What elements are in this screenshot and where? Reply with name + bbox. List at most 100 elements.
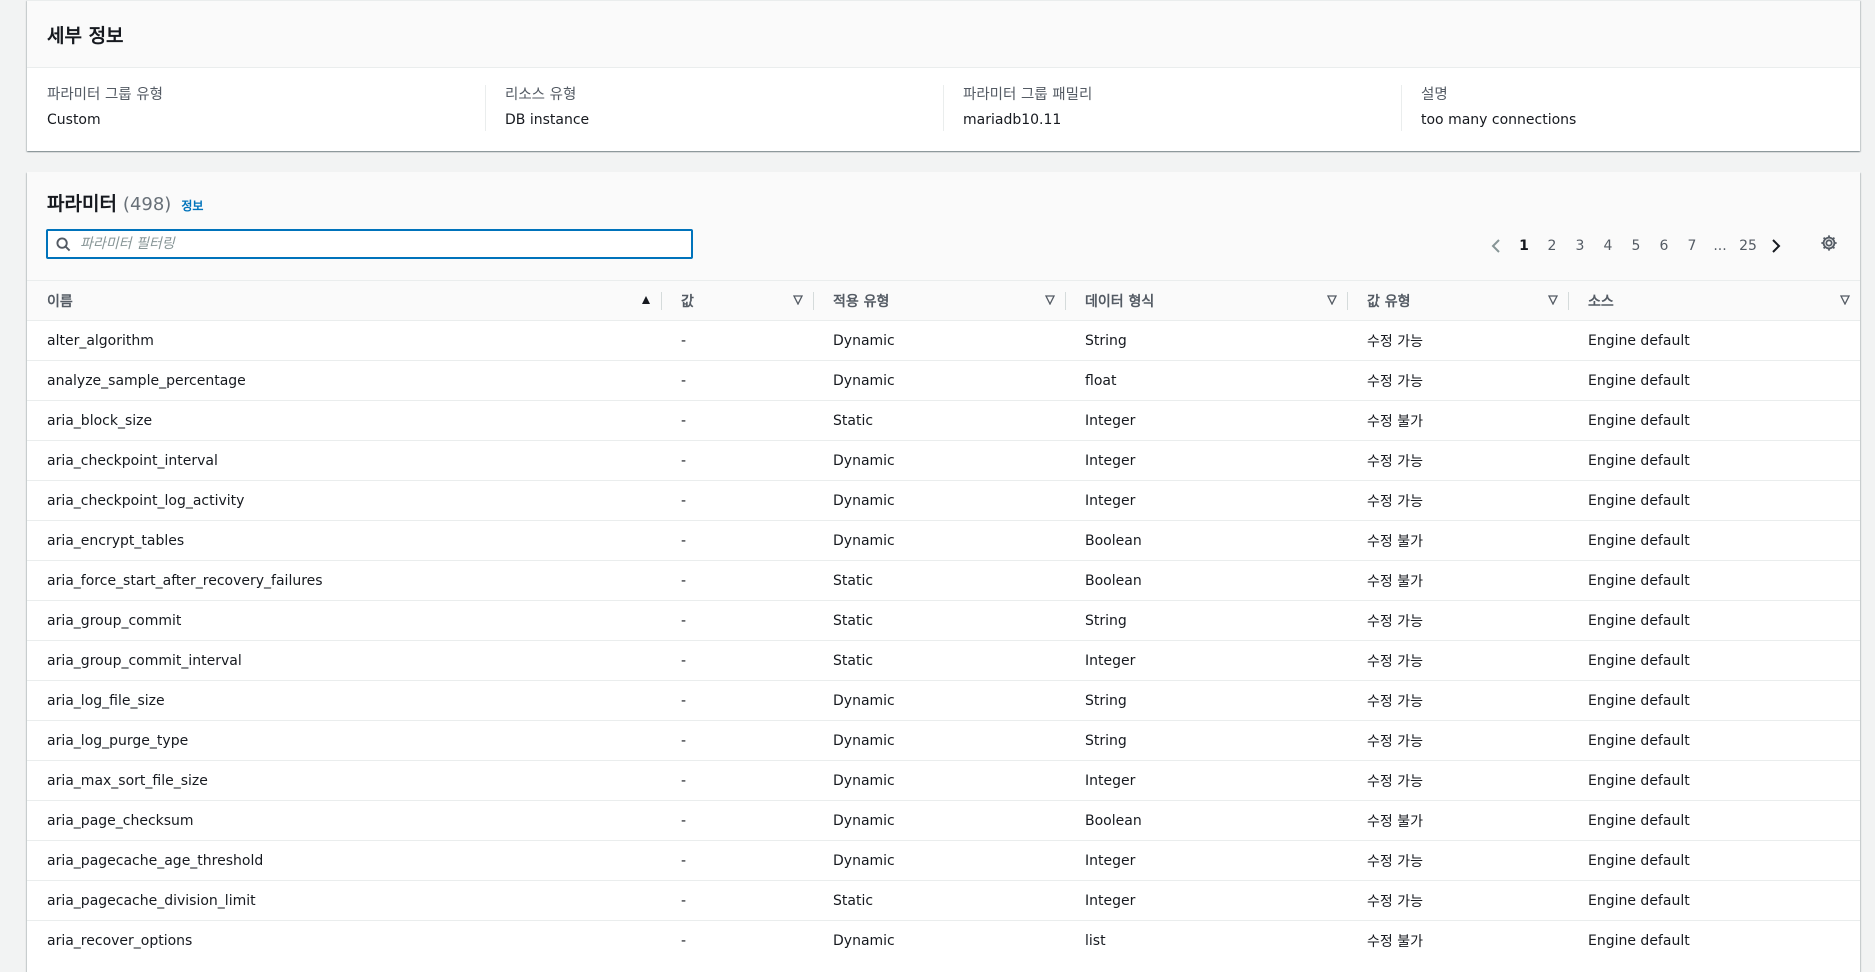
page-25[interactable]: 25 bbox=[1734, 238, 1762, 254]
value-type-cell: 수정 불가 bbox=[1347, 800, 1568, 841]
parameters-table: 이름 값 적용 유형 데이터 형식 값 유형 소스 alter_algorith… bbox=[27, 281, 1860, 960]
table-row[interactable]: aria_encrypt_tables - Dynamic Boolean 수정 불가 E… bbox=[27, 520, 1860, 561]
field-value: Custom bbox=[47, 112, 101, 128]
value-type-cell: 수정 가능 bbox=[1347, 640, 1568, 681]
param-name-cell: aria_checkpoint_log_activity bbox=[27, 480, 661, 521]
table-row[interactable]: aria_checkpoint_log_activity - Dynamic Inte… bbox=[27, 480, 1860, 521]
table-row[interactable]: alter_algorithm - Dynamic String 수정 가능 Engine… bbox=[27, 320, 1860, 361]
param-value-cell: - bbox=[661, 440, 813, 481]
search-input[interactable] bbox=[78, 231, 691, 257]
field-description: 설명 too many connections bbox=[1401, 85, 1859, 131]
sort-descending-icon bbox=[792, 293, 804, 309]
chevron-left-icon[interactable] bbox=[1482, 238, 1510, 254]
column-header-name[interactable]: 이름 bbox=[27, 281, 661, 321]
param-name-cell: aria_log_purge_type bbox=[27, 720, 661, 761]
parameters-count: (498) bbox=[122, 194, 172, 215]
value-type-cell: 수정 가능 bbox=[1347, 360, 1568, 401]
sort-descending-icon bbox=[1839, 293, 1851, 309]
table-row[interactable]: aria_force_start_after_recovery_failures… bbox=[27, 560, 1860, 601]
page-2[interactable]: 2 bbox=[1538, 238, 1566, 254]
info-link[interactable]: 정보 bbox=[181, 197, 203, 214]
column-header-data-type[interactable]: 데이터 형식 bbox=[1065, 281, 1347, 321]
param-value-cell: - bbox=[661, 400, 813, 441]
data-type-cell: Integer bbox=[1065, 840, 1347, 881]
parameter-filter[interactable] bbox=[46, 229, 693, 259]
table-row[interactable]: aria_page_checksum - Dynamic Boolean 수정 불가 En… bbox=[27, 800, 1860, 841]
apply-type-cell: Static bbox=[813, 880, 1065, 921]
value-type-cell: 수정 가능 bbox=[1347, 840, 1568, 881]
source-cell: Engine default bbox=[1568, 720, 1860, 761]
source-cell: Engine default bbox=[1568, 560, 1860, 601]
param-name-cell: aria_log_file_size bbox=[27, 680, 661, 721]
pagination: 1 2 3 4 5 6 7 ... 25 bbox=[1482, 234, 1790, 258]
source-cell: Engine default bbox=[1568, 680, 1860, 721]
table-row[interactable]: aria_max_sort_file_size - Dynamic Integer 수정… bbox=[27, 760, 1860, 801]
apply-type-cell: Static bbox=[813, 560, 1065, 601]
param-value-cell: - bbox=[661, 720, 813, 761]
param-value-cell: - bbox=[661, 800, 813, 841]
field-label: 리소스 유형 bbox=[505, 87, 577, 103]
page-6[interactable]: 6 bbox=[1650, 238, 1678, 254]
param-value-cell: - bbox=[661, 600, 813, 641]
source-cell: Engine default bbox=[1568, 760, 1860, 801]
column-header-apply-type[interactable]: 적용 유형 bbox=[813, 281, 1065, 321]
page-3[interactable]: 3 bbox=[1566, 238, 1594, 254]
field-param-group-type: 파라미터 그룹 유형 Custom bbox=[27, 85, 485, 130]
apply-type-cell: Dynamic bbox=[813, 760, 1065, 801]
param-name-cell: aria_group_commit bbox=[27, 600, 661, 641]
data-type-cell: list bbox=[1085, 932, 1106, 949]
details-title: 세부 정보 bbox=[47, 24, 124, 47]
value-type-cell: 수정 가능 bbox=[1347, 720, 1568, 761]
column-label: 값 유형 bbox=[1367, 293, 1411, 310]
data-type-cell: Integer bbox=[1065, 400, 1347, 441]
column-header-value[interactable]: 값 bbox=[661, 281, 813, 321]
value-type-cell: 수정 불가 bbox=[1347, 520, 1568, 561]
value-type-cell: 수정 불가 bbox=[1367, 933, 1423, 950]
parameters-title-row: 파라미터 (498) 정보 bbox=[47, 189, 203, 216]
column-header-value-type[interactable]: 값 유형 bbox=[1347, 281, 1568, 321]
sort-descending-icon bbox=[1547, 293, 1559, 309]
table-row[interactable]: aria_pagecache_division_limit - Static Inte… bbox=[27, 880, 1860, 921]
table-row[interactable]: analyze_sample_percentage - Dynamic float 수정… bbox=[27, 360, 1860, 401]
data-type-cell: String bbox=[1065, 320, 1347, 361]
column-header-source[interactable]: 소스 bbox=[1568, 281, 1860, 321]
value-type-cell: 수정 가능 bbox=[1347, 680, 1568, 721]
param-value-cell: - bbox=[661, 360, 813, 401]
table-row[interactable]: aria_pagecache_age_threshold - Dynamic Inte… bbox=[27, 840, 1860, 881]
table-row[interactable]: aria_block_size - Static Integer 수정 불가 Engine… bbox=[27, 400, 1860, 441]
page-4[interactable]: 4 bbox=[1594, 238, 1622, 254]
column-label: 이름 bbox=[47, 293, 73, 310]
data-type-cell: Integer bbox=[1065, 480, 1347, 521]
column-label: 값 bbox=[681, 293, 694, 310]
apply-type-cell: Dynamic bbox=[813, 520, 1065, 561]
source-cell: Engine default bbox=[1568, 400, 1860, 441]
table-row[interactable]: aria_checkpoint_interval - Dynamic Integer 수… bbox=[27, 440, 1860, 481]
chevron-right-icon[interactable] bbox=[1762, 238, 1790, 254]
value-type-cell: 수정 가능 bbox=[1347, 320, 1568, 361]
source-cell: Engine default bbox=[1568, 480, 1860, 521]
apply-type-cell: Static bbox=[813, 400, 1065, 441]
apply-type-cell: Dynamic bbox=[813, 720, 1065, 761]
sort-ascending-icon bbox=[641, 293, 651, 309]
param-name-cell: aria_block_size bbox=[27, 400, 661, 441]
table-row[interactable]: aria_group_commit - Static String 수정 가능 Engin… bbox=[27, 600, 1860, 641]
param-name-cell: aria_group_commit_interval bbox=[27, 640, 661, 681]
param-value-cell: - bbox=[661, 320, 813, 361]
source-cell: Engine default bbox=[1568, 520, 1860, 561]
page-5[interactable]: 5 bbox=[1622, 238, 1650, 254]
page-1[interactable]: 1 bbox=[1510, 238, 1538, 254]
param-name-cell: aria_checkpoint_interval bbox=[27, 440, 661, 481]
value-type-cell: 수정 가능 bbox=[1347, 760, 1568, 801]
gear-icon[interactable] bbox=[1820, 234, 1838, 256]
page-7[interactable]: 7 bbox=[1678, 238, 1706, 254]
table-row[interactable]: aria_recover_options - Dynamic list 수정 불가 Eng… bbox=[27, 921, 1860, 961]
param-name-cell: aria_recover_options bbox=[47, 932, 193, 949]
table-row[interactable]: aria_log_file_size - Dynamic String 수정 가능 Eng… bbox=[27, 680, 1860, 721]
table-row[interactable]: aria_log_purge_type - Dynamic String 수정 가능 En… bbox=[27, 720, 1860, 761]
table-row[interactable]: aria_group_commit_interval - Static Integer… bbox=[27, 640, 1860, 681]
source-cell: Engine default bbox=[1568, 600, 1860, 641]
sort-descending-icon bbox=[1044, 293, 1056, 309]
param-name-cell: aria_force_start_after_recovery_failures bbox=[27, 560, 661, 601]
field-value: too many connections bbox=[1421, 112, 1577, 128]
source-cell: Engine default bbox=[1588, 932, 1690, 949]
